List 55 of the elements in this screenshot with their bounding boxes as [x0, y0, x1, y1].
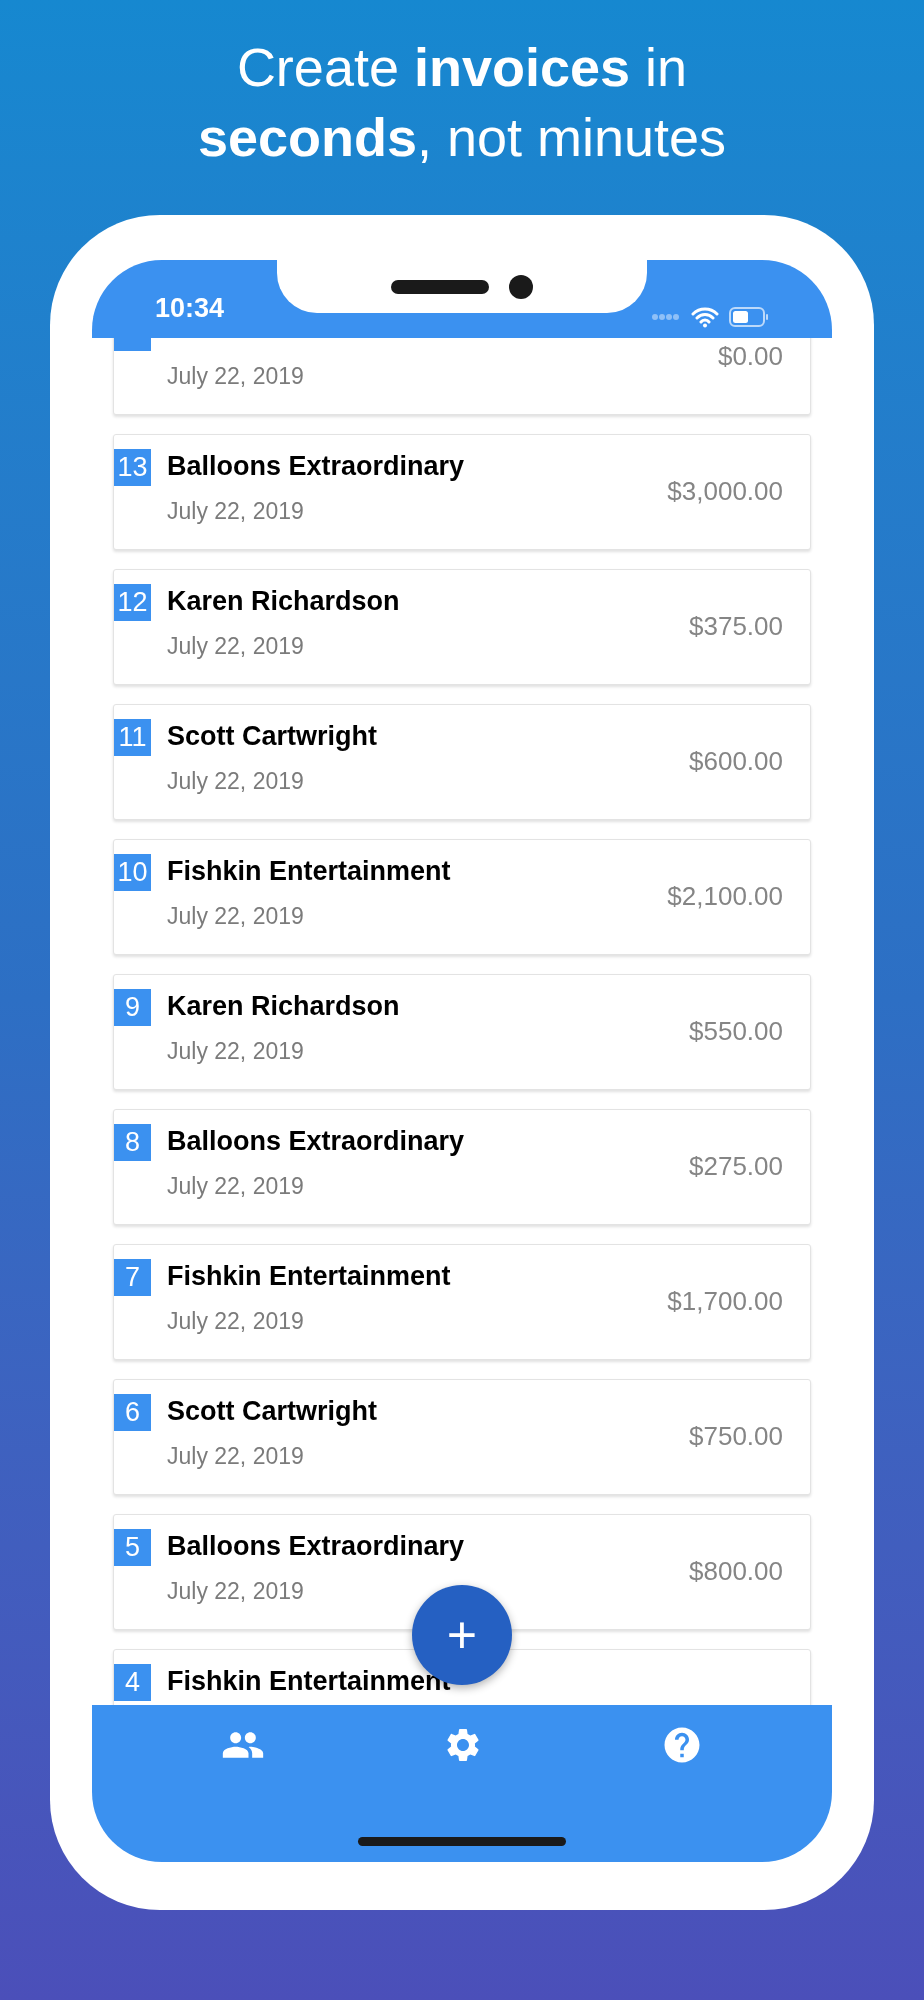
- invoice-number-badge: 6: [114, 1394, 151, 1431]
- invoice-card[interactable]: 9 Karen Richardson July 22, 2019 $550.00: [113, 974, 811, 1090]
- client-name: Karen Richardson: [167, 585, 400, 618]
- invoice-amount: $800.00: [689, 1555, 783, 1587]
- client-name: Balloons Extraordinary: [167, 1125, 465, 1158]
- invoice-card[interactable]: 13 Balloons Extraordinary July 22, 2019 $3,000.00: [113, 434, 811, 550]
- invoice-amount: $550.00: [689, 1015, 783, 1047]
- client-name: Scott Cartwright: [167, 1395, 377, 1428]
- client-name: Scott Cartwright: [167, 720, 377, 753]
- invoice-card[interactable]: 12 Karen Richardson July 22, 2019 $375.00: [113, 569, 811, 685]
- battery-icon: [729, 307, 769, 327]
- signal-icon: [651, 313, 681, 321]
- invoice-date: July 22, 2019: [167, 362, 304, 391]
- invoice-date: July 22, 2019: [167, 497, 305, 526]
- status-time: 10:34: [155, 291, 225, 325]
- invoice-date: July 22, 2019: [167, 1172, 305, 1201]
- invoice-card[interactable]: 8 Balloons Extraordinary July 22, 2019 $275.00: [113, 1109, 811, 1225]
- invoice-amount: $1,700.00: [667, 1285, 783, 1317]
- headline-text: Create invoices in: [236, 36, 688, 99]
- invoice-number-badge: 7: [114, 1259, 151, 1296]
- invoice-amount: $3,000.00: [667, 475, 783, 507]
- client-name: Fishkin Entertainment: [167, 855, 451, 888]
- invoice-date: July 22, 2019: [167, 1442, 305, 1471]
- headline-text: seconds, not minutes: [197, 106, 727, 169]
- invoice-amount: $0.00: [717, 340, 783, 372]
- invoice-number-badge: 13: [114, 449, 151, 486]
- invoice-number-badge: 5: [114, 1529, 151, 1566]
- invoice-card[interactable]: 7 Fishkin Entertainment July 22, 2019 $1,700.00: [113, 1244, 811, 1360]
- invoice-number-badge: 10: [114, 854, 151, 891]
- invoice-date: July 22, 2019: [167, 1037, 305, 1066]
- invoice-card[interactable]: 11 Scott Cartwright July 22, 2019 $600.00: [113, 704, 811, 820]
- invoice-date: July 22, 2019: [167, 767, 305, 796]
- invoice-amount: $375.00: [689, 610, 783, 642]
- client-name: Balloons Extraordinary: [167, 450, 465, 483]
- invoice-amount: $275.00: [689, 1150, 783, 1182]
- client-name: Karen Richardson: [167, 990, 400, 1023]
- invoice-date: July 22, 2019: [167, 632, 305, 661]
- invoice-amount: $2,100.00: [667, 880, 783, 912]
- invoice-amount: $750.00: [689, 1420, 783, 1452]
- invoice-card[interactable]: 10 Fishkin Entertainment July 22, 2019 $2,100.00: [113, 839, 811, 955]
- invoice-number-badge: 9: [114, 989, 151, 1026]
- invoice-amount: $600.00: [689, 745, 783, 777]
- invoice-date: July 22, 2019: [167, 1577, 305, 1606]
- invoice-number-badge: 8: [114, 1124, 151, 1161]
- client-name: Fishkin Entertainment: [167, 1260, 451, 1293]
- invoice-card[interactable]: 4 Fishkin Entertainment: [113, 1649, 811, 1705]
- client-name: Balloons Extraordinary: [167, 1530, 465, 1563]
- invoice-date: July 22, 2019: [167, 902, 305, 931]
- invoice-card[interactable]: 6 Scott Cartwright July 22, 2019 $750.00: [113, 1379, 811, 1495]
- invoice-number-badge: 11: [114, 719, 151, 756]
- invoice-number-badge: 12: [114, 584, 151, 621]
- invoice-date: July 22, 2019: [167, 1307, 305, 1336]
- invoice-number-badge: 4: [114, 1664, 151, 1701]
- wifi-icon: [691, 306, 719, 328]
- invoice-card[interactable]: July 22, 2019 $0.00: [113, 338, 811, 415]
